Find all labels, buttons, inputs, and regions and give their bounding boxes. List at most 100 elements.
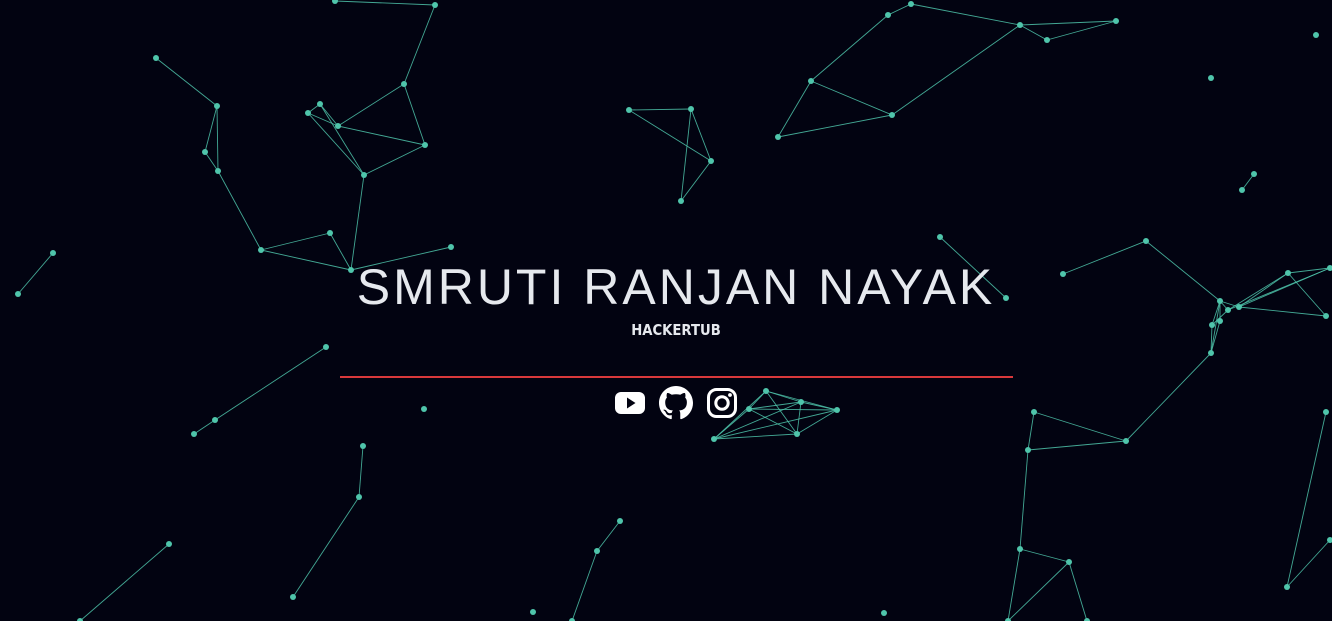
particle-network xyxy=(15,0,1332,621)
particle-dot xyxy=(1066,559,1072,565)
particle-link xyxy=(1019,24,1048,41)
particle-dot xyxy=(746,406,752,412)
particle-link xyxy=(307,112,365,176)
particle-dot xyxy=(1025,447,1031,453)
particle-link xyxy=(350,246,452,271)
particle-dot xyxy=(1251,171,1257,177)
particle-link xyxy=(777,80,812,138)
particle-dot xyxy=(327,230,333,236)
particle-link xyxy=(319,103,365,176)
particle-link xyxy=(307,112,339,127)
particle-link xyxy=(292,496,360,598)
particle-dot xyxy=(678,198,684,204)
youtube-icon xyxy=(615,392,645,414)
particle-link xyxy=(204,105,218,153)
particle-link xyxy=(204,151,219,172)
particle-link xyxy=(680,160,712,202)
youtube-link[interactable] xyxy=(613,386,647,420)
particle-dot xyxy=(50,250,56,256)
particle-link xyxy=(337,125,426,146)
particle-dot xyxy=(908,1,914,7)
github-link[interactable] xyxy=(659,386,693,420)
particle-link xyxy=(1068,561,1088,621)
particle-link xyxy=(337,83,405,127)
particle-link xyxy=(1241,173,1255,191)
particle-link xyxy=(891,24,1021,116)
particle-dot xyxy=(1208,350,1214,356)
particle-link xyxy=(350,174,365,271)
particle-dot xyxy=(421,406,427,412)
particle-link xyxy=(1227,272,1289,311)
particle-dot xyxy=(317,101,323,107)
particle-dot xyxy=(212,417,218,423)
particle-dot xyxy=(335,123,341,129)
particle-link xyxy=(1019,548,1070,563)
particle-dot xyxy=(153,55,159,61)
particle-link xyxy=(939,236,1007,299)
particle-dot xyxy=(1313,32,1319,38)
particle-link xyxy=(628,108,692,111)
particle-dot xyxy=(166,541,172,547)
particle-link xyxy=(1007,548,1021,621)
particle-dot xyxy=(258,247,264,253)
particle-link xyxy=(810,14,889,82)
github-icon xyxy=(659,386,693,420)
particle-dot xyxy=(763,388,769,394)
particle-dot xyxy=(361,172,367,178)
instagram-icon xyxy=(707,388,737,418)
particle-link xyxy=(887,3,912,16)
particle-dot xyxy=(323,344,329,350)
particle-dot xyxy=(1217,318,1223,324)
particle-link xyxy=(800,401,838,411)
particle-link xyxy=(363,144,426,176)
particle-dot xyxy=(889,112,895,118)
particle-dot xyxy=(617,518,623,524)
particle-link xyxy=(1019,20,1117,26)
particle-link xyxy=(628,109,712,162)
particle-dot xyxy=(1003,295,1009,301)
particle-link xyxy=(1286,539,1331,588)
particle-dot xyxy=(626,107,632,113)
particle-link xyxy=(796,401,802,435)
particle-background: SMRUTI RANJAN NAYAK HACKERTUB xyxy=(0,0,1332,621)
particle-link xyxy=(260,249,352,271)
particle-dot xyxy=(1113,18,1119,24)
particle-dot xyxy=(305,110,311,116)
particle-dot xyxy=(1208,75,1214,81)
social-links xyxy=(613,386,739,420)
particle-dot xyxy=(448,244,454,250)
particle-link xyxy=(1027,440,1127,451)
particle-dot xyxy=(432,2,438,8)
particle-dot xyxy=(191,431,197,437)
particle-dot xyxy=(1284,584,1290,590)
particle-dot xyxy=(1209,322,1215,328)
particle-dot xyxy=(356,494,362,500)
particle-dot xyxy=(1044,37,1050,43)
particle-link xyxy=(403,4,436,85)
particle-dot xyxy=(422,142,428,148)
particle-link xyxy=(155,57,218,107)
particle-dot xyxy=(711,436,717,442)
particle-dot xyxy=(881,610,887,616)
instagram-link[interactable] xyxy=(705,386,739,420)
particle-dot xyxy=(215,168,221,174)
particle-dot xyxy=(1323,313,1329,319)
particle-dot xyxy=(1225,307,1231,313)
particle-link xyxy=(334,0,436,6)
particle-link xyxy=(17,252,54,295)
particle-link xyxy=(810,80,893,116)
particle-dot xyxy=(1323,409,1329,415)
particle-dot xyxy=(1217,298,1223,304)
particle-link xyxy=(1019,449,1029,550)
particle-dot xyxy=(1327,265,1332,271)
particle-link xyxy=(1286,411,1327,588)
particle-dot xyxy=(594,548,600,554)
particle-dot xyxy=(1031,409,1037,415)
particle-link xyxy=(596,520,621,552)
particle-dot xyxy=(1060,271,1066,277)
particle-link xyxy=(1238,272,1289,308)
particle-dot xyxy=(834,407,840,413)
particle-dot xyxy=(1017,22,1023,28)
particle-link xyxy=(680,108,692,202)
particle-dot xyxy=(290,594,296,600)
